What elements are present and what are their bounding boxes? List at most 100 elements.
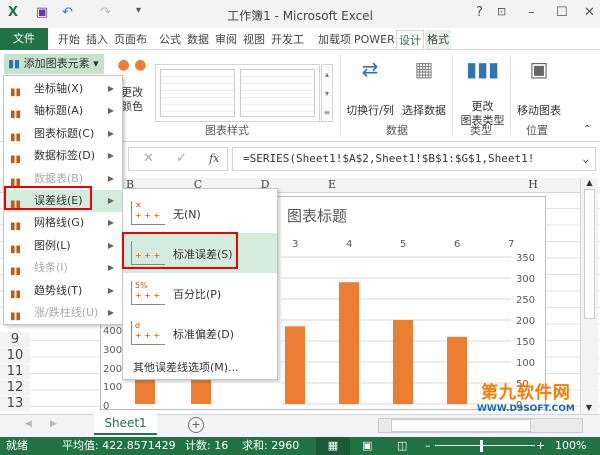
menu-item-label: 涨/跌柱线(U) xyxy=(34,306,99,319)
tab-home[interactable]: 开始 xyxy=(56,30,82,49)
select-data-button[interactable]: ▦ 选择数据 xyxy=(400,59,448,118)
right-axis-tick: 100 xyxy=(516,358,535,369)
tab-data[interactable]: 数据 xyxy=(185,30,211,49)
right-axis-tick: 250 xyxy=(516,295,535,306)
zoom-slider-thumb[interactable] xyxy=(480,440,483,452)
watermark-logo: 第九软件网 WWW.D9SOFT.COM xyxy=(477,385,575,417)
right-axis-tick: 300 xyxy=(516,274,535,285)
fx-button[interactable]: fx xyxy=(209,152,219,165)
x-axis-tick: 5 xyxy=(400,239,406,250)
menu-item[interactable]: ▮▮ 线条(I) ▶ xyxy=(4,257,122,279)
row-header[interactable]: 13 xyxy=(0,396,30,411)
menu-item[interactable]: ▮▮ 涨/跌柱线(U) ▶ xyxy=(4,302,122,324)
row-header[interactable]: 11 xyxy=(0,364,30,379)
next-sheet-icon[interactable]: ▶ xyxy=(50,419,57,429)
help-button[interactable]: ? xyxy=(476,5,483,20)
close-button[interactable]: ✕ xyxy=(584,5,595,20)
change-chart-type-button[interactable]: ▮▮▮ 更改 图表类型 xyxy=(460,57,505,128)
watermark-url: WWW.D9SOFT.COM xyxy=(477,404,575,414)
chart-style-2[interactable] xyxy=(240,69,315,117)
switch-row-column-button[interactable]: ⇄ 切换行/列 xyxy=(345,59,395,118)
submenu-item[interactable]: σ + + + 标准偏差(D) xyxy=(123,313,277,353)
submenu-item[interactable]: ✕ + + + 无(N) xyxy=(123,193,277,233)
move-chart-button[interactable]: ▣ 移动图表 xyxy=(514,59,564,118)
menu-item[interactable]: ▮▮ 图例(L) ▶ xyxy=(4,235,122,257)
minimize-button[interactable]: – xyxy=(528,5,535,20)
chart-type-icon: ▮▮▮ xyxy=(465,57,500,81)
menu-item[interactable]: ▮▮ 网格线(G) ▶ xyxy=(4,212,122,234)
menu-item[interactable]: ▮▮ 坐标轴(X) ▶ xyxy=(4,78,122,100)
left-axis-tick: 300 xyxy=(103,345,122,356)
submenu-arrow-icon: ▶ xyxy=(107,173,114,183)
tab-design[interactable]: 设计 xyxy=(396,30,424,49)
sheet-tab-bar: ◀ ▶ Sheet1 + 第九软件网 WWW.D9SOFT.COM xyxy=(0,385,600,437)
scroll-up-icon[interactable]: ▲ xyxy=(581,178,598,187)
tab-view[interactable]: 视图 xyxy=(241,30,267,49)
chart-styles-gallery[interactable] xyxy=(155,64,320,122)
column-header-e[interactable]: E xyxy=(322,178,342,193)
enter-icon[interactable]: ✓ xyxy=(176,151,187,166)
cancel-icon[interactable]: ✕ xyxy=(143,151,154,166)
tab-review[interactable]: 审阅 xyxy=(213,30,239,49)
status-average: 平均值: 422.8571429 xyxy=(62,439,176,452)
tab-power[interactable]: POWER xyxy=(352,30,397,49)
tab-addins[interactable]: 加载项 xyxy=(316,30,353,49)
left-axis-tick: 200 xyxy=(103,364,122,375)
more-error-bar-options[interactable]: 其他误差线选项(M)... xyxy=(133,359,239,375)
row-header[interactable]: 9 xyxy=(0,332,30,347)
option-badge: 5% xyxy=(135,281,148,290)
legend-icon: ▮▮ xyxy=(10,243,22,255)
menu-item[interactable]: ▮▮ 数据标签(D) ▶ xyxy=(4,145,122,167)
zoom-in-button[interactable]: + xyxy=(536,437,545,455)
zoom-level: 100% xyxy=(555,439,587,452)
select-data-label: 选择数据 xyxy=(402,104,446,117)
chart-title: 图表标题 xyxy=(287,207,347,225)
menu-item-label: 轴标题(A) xyxy=(34,104,84,118)
axis-title-icon: ▮▮ xyxy=(10,109,22,121)
horizontal-scrollbar[interactable] xyxy=(378,418,583,433)
h-scroll-thumb[interactable] xyxy=(391,419,531,432)
tab-file[interactable]: 文件 xyxy=(0,28,48,50)
menu-item[interactable]: ▮▮ 图表标题(C) ▶ xyxy=(4,123,122,145)
tab-formulas[interactable]: 公式 xyxy=(157,30,183,49)
page-break-view-icon[interactable]: ◫ xyxy=(397,437,407,455)
x-axis-tick: 3 xyxy=(292,239,298,250)
prev-sheet-icon[interactable]: ◀ xyxy=(25,419,32,429)
bar xyxy=(393,320,413,404)
column-header-h[interactable]: H xyxy=(523,178,543,193)
menu-item-label: 线条(I) xyxy=(34,261,68,275)
add-chart-element-button[interactable]: ▮▮ 添加图表元素 ▾ xyxy=(4,54,104,74)
scroll-down-icon[interactable]: ▼ xyxy=(581,403,597,412)
submenu-item-label: 百分比(P) xyxy=(173,288,222,301)
row-header[interactable]: 12 xyxy=(0,380,30,395)
group-label-chart-styles: 图表样式 xyxy=(205,124,249,137)
maximize-button[interactable]: ☐ xyxy=(556,5,568,20)
zoom-slider[interactable] xyxy=(435,445,535,446)
menu-item[interactable]: ▮▮ 轴标题(A) ▶ xyxy=(4,100,122,122)
add-sheet-button[interactable]: + xyxy=(188,417,204,433)
ribbon-display-icon[interactable]: ⊡ xyxy=(497,5,506,18)
bar xyxy=(339,282,359,404)
normal-view-icon[interactable]: ▦ xyxy=(316,437,350,455)
submenu-item[interactable]: 5% + + + 百分比(P) xyxy=(123,273,277,313)
menu-item[interactable]: ▮▮ 趋势线(T) ▶ xyxy=(4,280,122,302)
collapse-ribbon-icon[interactable]: ⌃ xyxy=(583,124,591,135)
divider xyxy=(452,55,453,135)
expand-formula-icon[interactable]: ⌄ xyxy=(582,148,589,170)
sheet-tab-sheet1[interactable]: Sheet1 xyxy=(94,414,157,435)
zoom-out-button[interactable]: – xyxy=(425,437,431,455)
formula-input[interactable]: =SERIES(Sheet1!$A$2,Sheet1!$B$1:$G$1,She… xyxy=(232,147,596,171)
vertical-scrollbar[interactable]: ▲ ▼ xyxy=(580,178,598,414)
tab-page-layout[interactable]: 页面布 xyxy=(112,30,149,49)
tab-developer[interactable]: 开发工 xyxy=(269,30,306,49)
page-layout-view-icon[interactable]: ▣ xyxy=(362,437,372,455)
tab-insert[interactable]: 插入 xyxy=(84,30,110,49)
tab-format[interactable]: 格式 xyxy=(425,30,451,49)
bar xyxy=(285,326,305,404)
scroll-thumb[interactable] xyxy=(584,189,595,319)
chart-style-1[interactable] xyxy=(160,69,235,117)
submenu-arrow-icon: ▶ xyxy=(107,84,114,93)
row-header[interactable]: 10 xyxy=(0,348,30,363)
menu-item-label: 图例(L) xyxy=(34,238,71,252)
gallery-scroll[interactable]: ▴ ▾ ≡ xyxy=(321,64,333,122)
